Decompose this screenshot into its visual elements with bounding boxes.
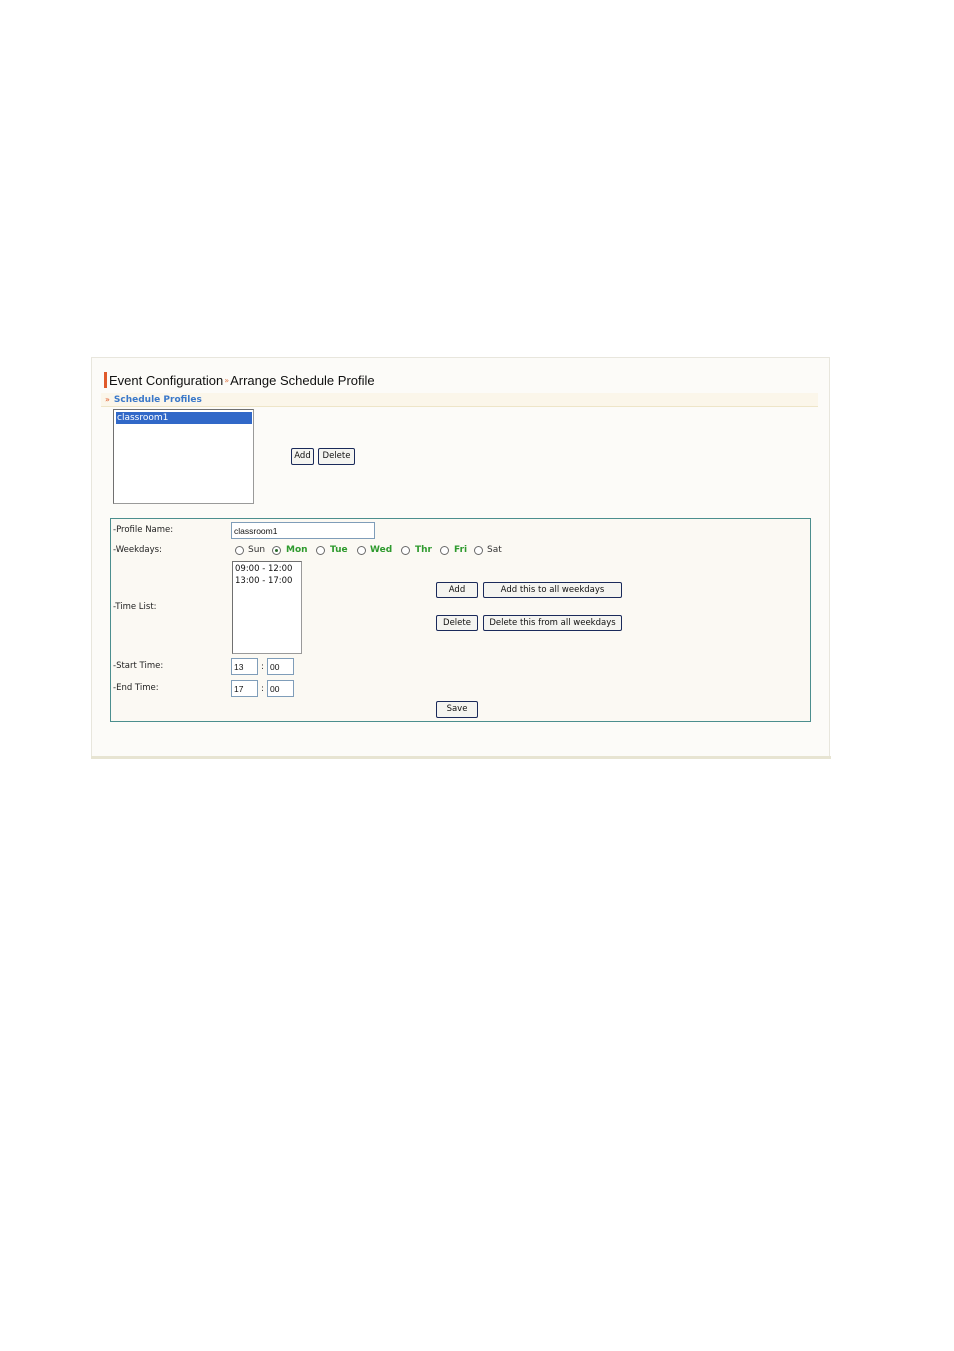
weekday-radio-sun[interactable] (235, 546, 244, 555)
page-title-sub: Arrange Schedule Profile (230, 372, 375, 388)
add-to-all-weekdays-button[interactable]: Add this to all weekdays (483, 582, 622, 598)
weekday-label-wed: Wed (370, 545, 393, 555)
title-accent-bar (104, 372, 107, 388)
profile-name-label: -Profile Name: (113, 525, 174, 535)
weekday-label-sat: Sat (487, 545, 502, 555)
add-time-button[interactable]: Add (436, 582, 478, 598)
weekday-label-tue: Tue (330, 545, 348, 555)
weekday-label-fri: Fri (454, 545, 468, 555)
panel-bottom-border (91, 756, 831, 759)
profile-option-classroom1[interactable]: classroom1 (116, 412, 252, 424)
weekday-radio-fri[interactable] (440, 546, 449, 555)
weekdays-label: -Weekdays: (113, 545, 162, 555)
weekday-radio-sat[interactable] (474, 546, 483, 555)
delete-from-all-weekdays-button[interactable]: Delete this from all weekdays (483, 615, 622, 631)
page-title-main: Event Configuration (109, 372, 224, 388)
weekday-radio-mon[interactable] (272, 546, 281, 555)
start-minute-input[interactable] (267, 658, 294, 675)
time-list-item[interactable]: 13:00 - 17:00 (235, 576, 292, 586)
delete-profile-button[interactable]: Delete (318, 448, 355, 465)
weekday-label-sun: Sun (248, 545, 266, 555)
page-title: Event Configuration » Arrange Schedule P… (104, 371, 375, 389)
delete-time-button[interactable]: Delete (436, 615, 478, 631)
time-list-label: -Time List: (113, 602, 157, 612)
weekday-radio-wed[interactable] (357, 546, 366, 555)
profile-name-input[interactable] (231, 522, 375, 539)
end-time-label: -End Time: (113, 683, 159, 693)
weekday-radio-tue[interactable] (316, 546, 325, 555)
double-chevron-icon: » (105, 395, 110, 404)
section-label: Schedule Profiles (113, 394, 202, 405)
time-colon: : (261, 662, 265, 672)
schedule-profiles-list[interactable]: classroom1 (113, 409, 254, 504)
weekday-label-mon: Mon (286, 545, 308, 555)
add-profile-button[interactable]: Add (291, 448, 314, 465)
end-hour-input[interactable] (231, 680, 258, 697)
time-colon: : (261, 684, 265, 694)
start-time-label: -Start Time: (113, 661, 164, 671)
time-list-item[interactable]: 09:00 - 12:00 (235, 564, 292, 574)
time-list-box[interactable]: 09:00 - 12:00 13:00 - 17:00 (232, 561, 302, 654)
end-minute-input[interactable] (267, 680, 294, 697)
save-button[interactable]: Save (436, 701, 478, 718)
weekday-radio-thr[interactable] (401, 546, 410, 555)
start-hour-input[interactable] (231, 658, 258, 675)
breadcrumb-separator-icon: » (224, 375, 230, 385)
section-header-schedule-profiles: » Schedule Profiles (101, 393, 818, 407)
weekday-label-thr: Thr (415, 545, 432, 555)
